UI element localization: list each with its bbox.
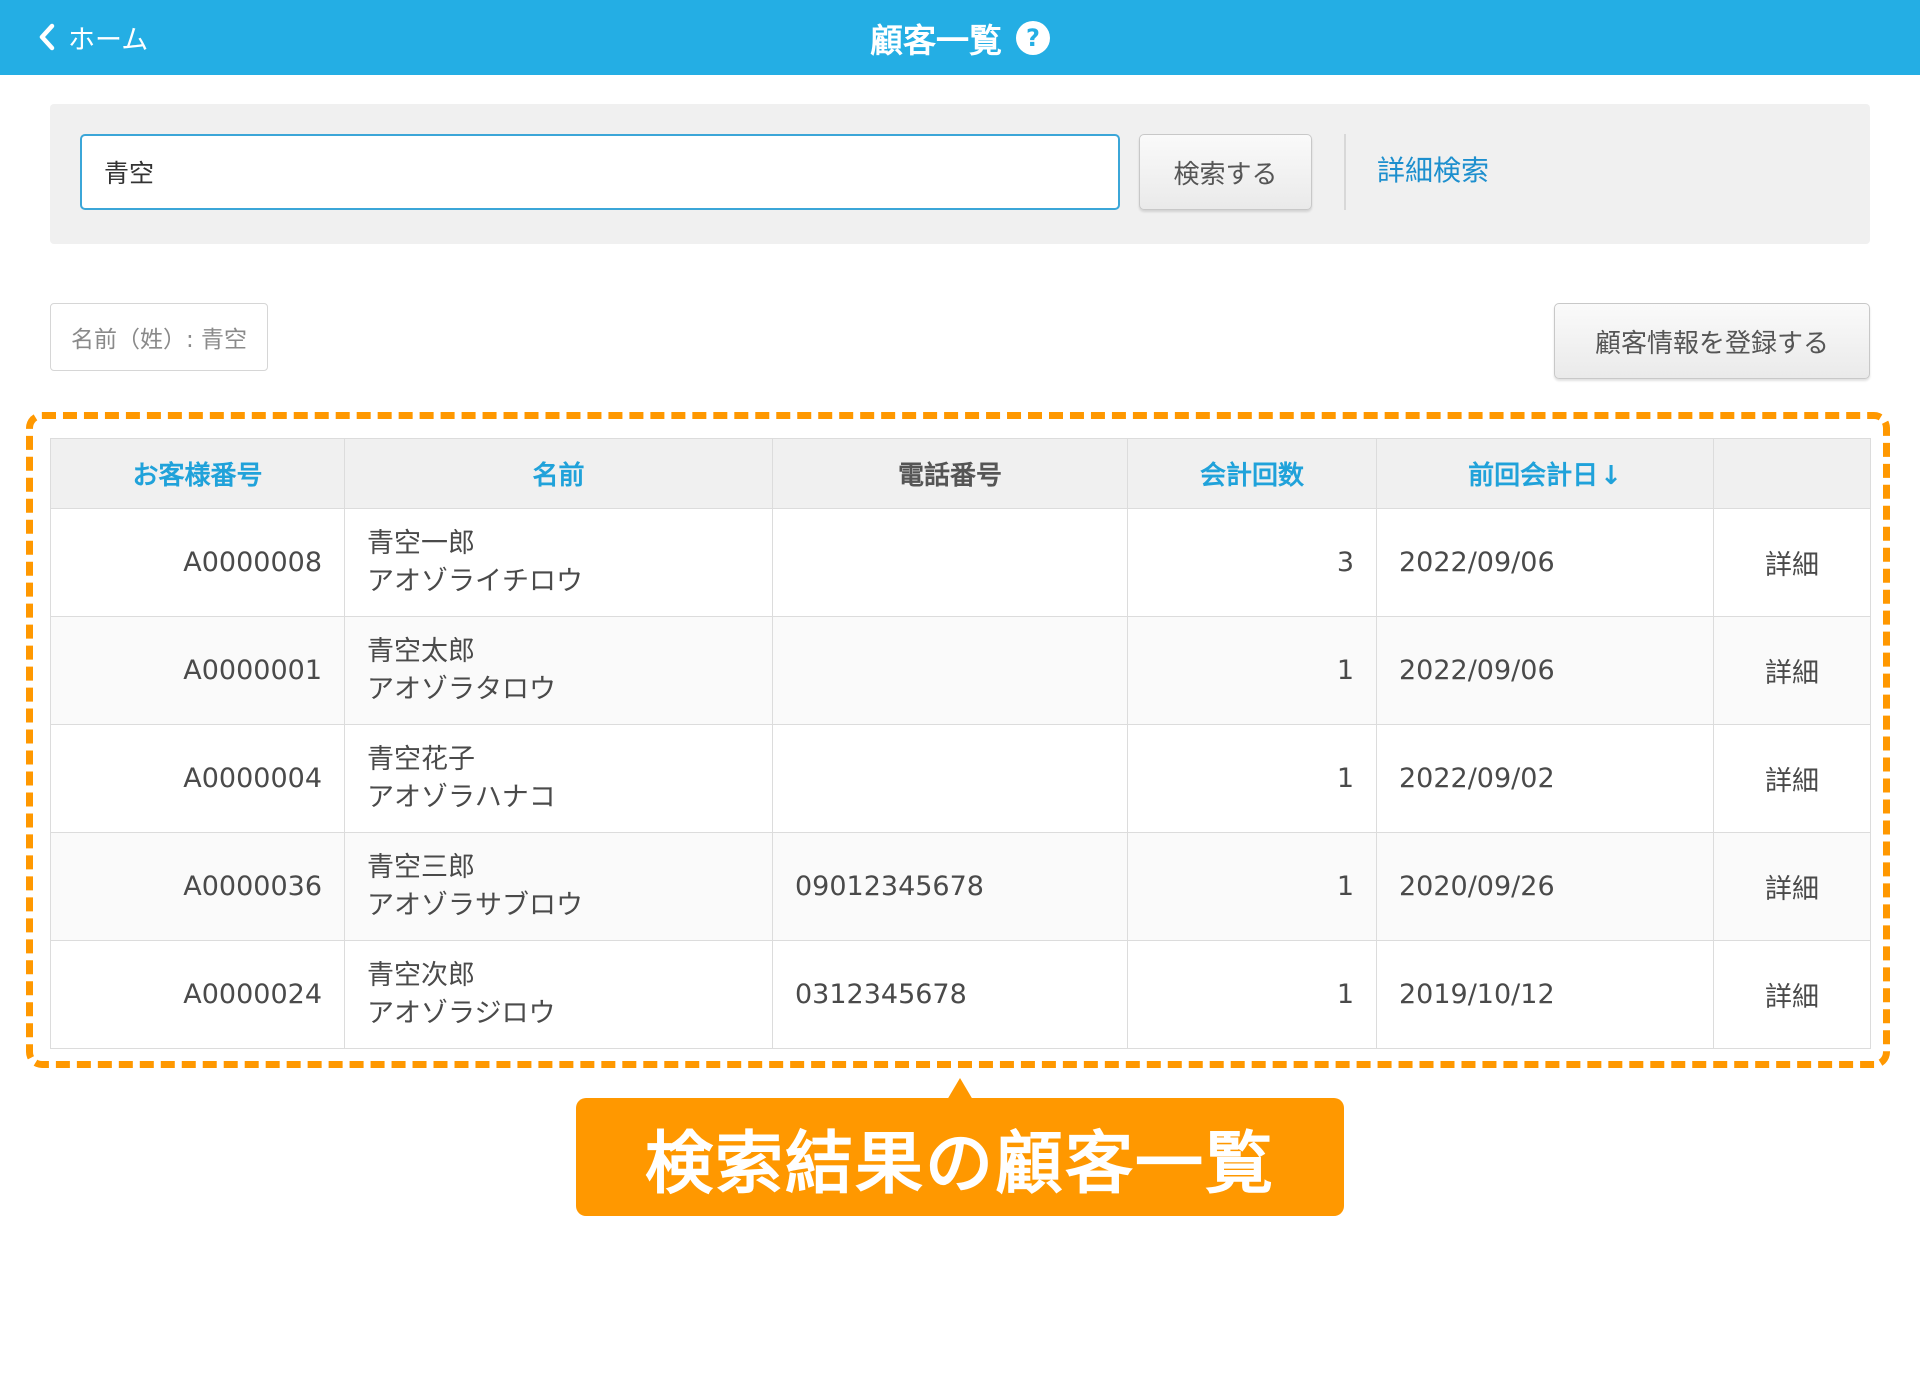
customer-name: 青空次郎 [367, 959, 475, 991]
customer-name: 青空一郎 [367, 527, 475, 559]
detail-link[interactable]: 詳細 [1713, 940, 1871, 1049]
customer-phone: 09012345678 [772, 832, 1128, 941]
divider [1344, 134, 1346, 210]
column-header-phone: 電話番号 [772, 438, 1128, 509]
last-visit-date: 2020/09/26 [1376, 832, 1714, 941]
customer-phone: 0312345678 [772, 940, 1128, 1049]
customer-name: 青空三郎 [367, 851, 475, 883]
customer-name-cell: 青空一郎アオゾライチロウ [344, 508, 773, 617]
customer-phone [772, 616, 1128, 725]
last-visit-date: 2022/09/06 [1376, 508, 1714, 617]
visit-count: 1 [1127, 940, 1377, 1049]
table-row: A0000036 青空三郎アオゾラサブロウ 09012345678 1 2020… [50, 832, 1871, 941]
customer-phone [772, 724, 1128, 833]
register-customer-button[interactable]: 顧客情報を登録する [1554, 303, 1870, 379]
customer-kana: アオゾラタロウ [367, 673, 556, 705]
detail-link[interactable]: 詳細 [1713, 508, 1871, 617]
customer-kana: アオゾラサブロウ [367, 889, 583, 921]
page-title: 顧客一覧 [870, 20, 1002, 60]
customer-kana: アオゾライチロウ [367, 565, 583, 597]
table-header-row: お客様番号 名前 電話番号 会計回数 前回会計日↓ [50, 438, 1871, 509]
customer-name-cell: 青空三郎アオゾラサブロウ [344, 832, 773, 941]
visit-count: 1 [1127, 616, 1377, 725]
column-header-last-date-label: 前回会計日 [1468, 461, 1599, 491]
customer-id: A0000024 [50, 940, 345, 1049]
customer-id: A0000008 [50, 508, 345, 617]
annotation-callout: 検索結果の顧客一覧 [576, 1098, 1344, 1216]
detail-link[interactable]: 詳細 [1713, 616, 1871, 725]
detail-link[interactable]: 詳細 [1713, 832, 1871, 941]
visit-count: 1 [1127, 724, 1377, 833]
table-row: A0000008 青空一郎アオゾライチロウ 3 2022/09/06 詳細 [50, 508, 1871, 617]
top-bar: ホーム 顧客一覧 ? [0, 0, 1920, 75]
table-row: A0000001 青空太郎アオゾラタロウ 1 2022/09/06 詳細 [50, 616, 1871, 725]
customer-name-cell: 青空次郎アオゾラジロウ [344, 940, 773, 1049]
column-header-visits[interactable]: 会計回数 [1127, 438, 1377, 509]
column-header-id[interactable]: お客様番号 [50, 438, 345, 509]
visit-count: 3 [1127, 508, 1377, 617]
customer-id: A0000036 [50, 832, 345, 941]
customer-name: 青空太郎 [367, 635, 475, 667]
filter-chip: 名前（姓）: 青空 [50, 303, 268, 371]
table-row: A0000004 青空花子アオゾラハナコ 1 2022/09/02 詳細 [50, 724, 1871, 833]
detail-link[interactable]: 詳細 [1713, 724, 1871, 833]
column-header-actions [1713, 438, 1871, 509]
customer-phone [772, 508, 1128, 617]
title-group: 顧客一覧 ? [0, 0, 1920, 75]
search-panel: 検索する 詳細検索 [50, 104, 1870, 244]
last-visit-date: 2019/10/12 [1376, 940, 1714, 1049]
search-button[interactable]: 検索する [1139, 134, 1312, 210]
customer-kana: アオゾラジロウ [367, 997, 556, 1029]
sort-down-arrow-icon: ↓ [1600, 461, 1622, 491]
search-input[interactable] [80, 134, 1120, 210]
detail-search-link[interactable]: 詳細検索 [1377, 149, 1489, 189]
table-row: A0000024 青空次郎アオゾラジロウ 0312345678 1 2019/1… [50, 940, 1871, 1049]
callout-pointer [947, 1078, 973, 1100]
customer-table-wrap: お客様番号 名前 電話番号 会計回数 前回会計日↓ A0000008 青空一郎ア… [50, 438, 1871, 1049]
customer-kana: アオゾラハナコ [367, 781, 556, 813]
column-header-last-date[interactable]: 前回会計日↓ [1376, 438, 1714, 509]
column-header-name[interactable]: 名前 [344, 438, 773, 509]
help-icon[interactable]: ? [1016, 20, 1050, 55]
customer-name: 青空花子 [367, 743, 475, 775]
last-visit-date: 2022/09/06 [1376, 616, 1714, 725]
visit-count: 1 [1127, 832, 1377, 941]
customer-id: A0000001 [50, 616, 345, 725]
customer-name-cell: 青空太郎アオゾラタロウ [344, 616, 773, 725]
customer-table: お客様番号 名前 電話番号 会計回数 前回会計日↓ A0000008 青空一郎ア… [50, 438, 1871, 1049]
customer-id: A0000004 [50, 724, 345, 833]
last-visit-date: 2022/09/02 [1376, 724, 1714, 833]
customer-name-cell: 青空花子アオゾラハナコ [344, 724, 773, 833]
